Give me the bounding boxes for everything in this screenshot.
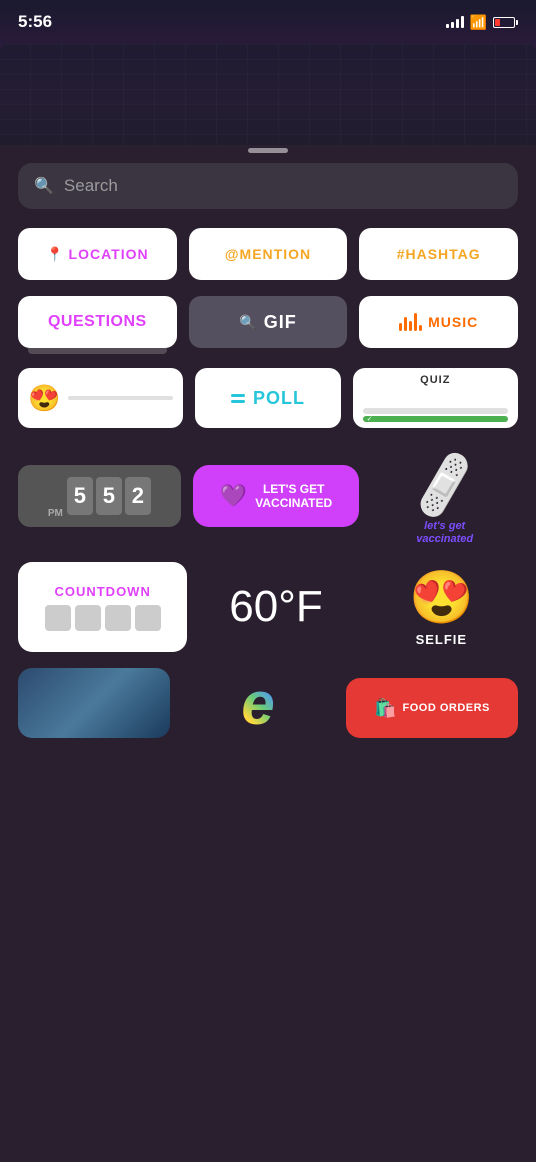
clock-digit-1: 5 (67, 477, 93, 515)
countdown-sticker[interactable]: COUNTDOWN (18, 562, 187, 652)
status-icons: 📶 (446, 14, 518, 31)
status-time: 5:56 (18, 12, 52, 32)
city-sticker[interactable] (18, 668, 170, 738)
location-icon: 📍 (46, 246, 64, 263)
music-label: MUSIC (428, 314, 478, 330)
clock-digits: 5 5 2 (67, 477, 151, 515)
music-bars-icon (399, 313, 422, 331)
food-icon: 🛍️ (374, 698, 396, 719)
clock-digit-2: 5 (96, 477, 122, 515)
sticker-row-1: 📍 LOCATION @MENTION #HASHTAG (18, 228, 518, 280)
countdown-boxes (45, 605, 161, 631)
slider-track (68, 396, 173, 400)
sticker-row-6: e 🛍️ FOOD ORDERS (18, 668, 518, 738)
clock-sticker[interactable]: PM 5 5 2 (18, 465, 181, 527)
sticker-row-4: PM 5 5 2 💜 LET'S GETVACCINATED 🩹 let's g… (18, 446, 518, 546)
bandaid-text: let's getvaccinated (416, 520, 473, 546)
location-sticker[interactable]: 📍 LOCATION (18, 228, 177, 280)
quiz-sticker[interactable]: QUIZ ✓ (353, 368, 518, 428)
selfie-label: SELFIE (416, 632, 468, 647)
search-bar[interactable]: 🔍 Search (18, 163, 518, 209)
countdown-box-1 (45, 605, 71, 631)
gif-search-icon: 🔍 (239, 314, 257, 331)
emoji-slider-sticker[interactable]: 😍 (18, 368, 183, 428)
poll-sticker[interactable]: POLL (195, 368, 340, 428)
poll-lines-icon (231, 394, 245, 403)
status-bar: 5:56 📶 (0, 0, 536, 44)
food-orders-sticker[interactable]: 🛍️ FOOD ORDERS (346, 678, 518, 738)
countdown-box-4 (135, 605, 161, 631)
bandaid-icon: 🩹 (406, 447, 484, 523)
countdown-box-2 (75, 605, 101, 631)
emoji-face-icon: 😍 (28, 383, 60, 414)
temperature-sticker[interactable]: 60°F (199, 582, 352, 632)
wifi-icon: 📶 (470, 14, 487, 31)
sticker-grid: 📍 LOCATION @MENTION #HASHTAG QUESTIONS 🔍… (18, 228, 518, 738)
search-placeholder: Search (64, 176, 118, 196)
location-label: LOCATION (69, 246, 149, 262)
sticker-row-3: 😍 POLL QUIZ ✓ (18, 368, 518, 428)
mention-sticker[interactable]: @MENTION (189, 228, 348, 280)
vacc-heart-icon: 💜 (220, 483, 247, 509)
selfie-sticker[interactable]: 😍 SELFIE (365, 567, 518, 647)
hashtag-sticker[interactable]: #HASHTAG (359, 228, 518, 280)
countdown-box-3 (105, 605, 131, 631)
signal-icon (446, 16, 464, 28)
pm-label: PM (48, 508, 63, 527)
keyboard-bg (0, 44, 536, 145)
temperature-value: 60°F (229, 582, 322, 632)
mention-label: @MENTION (225, 246, 311, 262)
vacc-text: LET'S GETVACCINATED (255, 482, 332, 511)
quiz-options: ✓ (363, 408, 508, 422)
battery-icon (493, 17, 518, 28)
city-image (18, 668, 170, 738)
music-sticker[interactable]: MUSIC (359, 296, 518, 348)
gif-label: GIF (264, 312, 297, 333)
gif-sticker[interactable]: 🔍 GIF (189, 296, 348, 348)
selfie-emoji-icon: 😍 (409, 567, 474, 628)
clock-digit-3: 2 (125, 477, 151, 515)
countdown-title: COUNTDOWN (54, 584, 150, 599)
hashtag-label: #HASHTAG (397, 246, 481, 262)
search-icon: 🔍 (34, 176, 54, 196)
food-orders-label: FOOD ORDERS (403, 702, 490, 714)
sticker-row-2: QUESTIONS 🔍 GIF MUSIC (18, 296, 518, 348)
questions-label: QUESTIONS (48, 313, 147, 331)
quiz-title: QUIZ (363, 374, 508, 386)
rainbow-e-icon: e (241, 669, 274, 738)
sticker-row-5: COUNTDOWN 60°F 😍 SELFIE (18, 562, 518, 652)
poll-label: POLL (253, 388, 305, 409)
drag-handle[interactable] (248, 148, 288, 153)
bandaid-sticker[interactable]: 🩹 let's getvaccinated (371, 446, 518, 546)
questions-sticker[interactable]: QUESTIONS (18, 296, 177, 348)
rainbow-sticker[interactable]: e (182, 668, 334, 738)
vaccinated-sticker[interactable]: 💜 LET'S GETVACCINATED (193, 465, 360, 527)
